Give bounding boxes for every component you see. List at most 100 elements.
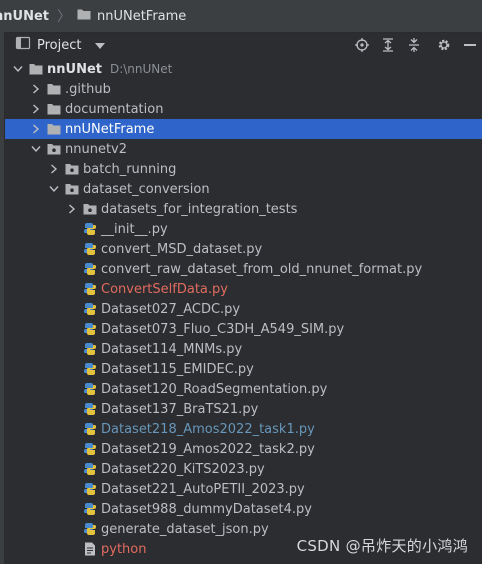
project-view-selector[interactable]: Project [15,35,106,55]
chevron-placeholder [64,381,80,397]
chevron-placeholder [64,261,80,277]
python-file-icon [82,221,98,237]
tree-item-label: nnUNetFrame [65,121,155,137]
chevron-placeholder [64,481,80,497]
watermark: CSDN @吊炸天的小鸿鸿 [296,537,468,555]
tree-row[interactable]: Dataset073_Fluo_C3DH_A549_SIM.py [5,319,482,339]
chevron-placeholder [64,421,80,437]
tree-item-label: Dataset115_EMIDEC.py [101,361,254,377]
chevron-down-icon[interactable] [10,61,26,77]
tree-row[interactable]: __init__.py [5,219,482,239]
tree-row[interactable]: Dataset114_MNMs.py [5,339,482,359]
tree-item-label: documentation [65,101,164,117]
tree-item-label: dataset_conversion [83,181,210,197]
python-file-icon [82,381,98,397]
tree-row[interactable]: Dataset988_dummyDataset4.py [5,499,482,519]
tree-item-label: Dataset988_dummyDataset4.py [101,501,312,517]
folder-icon [46,101,62,117]
tree-item-label: Dataset218_Amos2022_task1.py [101,421,315,437]
chevron-down-icon[interactable] [46,181,62,197]
python-file-icon [82,361,98,377]
chevron-placeholder [64,501,80,517]
folder-icon [46,121,62,137]
breadcrumb-root[interactable]: nnUNet [0,9,49,24]
package-icon [64,161,80,177]
chevron-placeholder [64,241,80,257]
tree-row[interactable]: Dataset120_RoadSegmentation.py [5,379,482,399]
tree-row[interactable]: nnUNetFrame [5,119,482,139]
project-icon [15,35,31,55]
python-file-icon [82,501,98,517]
tree-row[interactable]: ConvertSelfData.py [5,279,482,299]
python-file-icon [82,261,98,277]
tree-row[interactable]: dataset_conversion [5,179,482,199]
tree-row[interactable]: nnunetv2 [5,139,482,159]
tree-item-label: nnunetv2 [65,141,128,157]
tree-row[interactable]: Dataset219_Amos2022_task2.py [5,439,482,459]
tree-row[interactable]: convert_MSD_dataset.py [5,239,482,259]
chevron-placeholder [64,521,80,537]
tree-row[interactable]: convert_raw_dataset_from_old_nnunet_form… [5,259,482,279]
breadcrumb-current[interactable]: nnUNetFrame [97,9,186,24]
chevron-placeholder [64,441,80,457]
collapse-all-icon[interactable] [406,37,422,53]
tree-item-label: Dataset220_KiTS2023.py [101,461,265,477]
python-file-icon [82,421,98,437]
tree-row[interactable]: Dataset220_KiTS2023.py [5,459,482,479]
tree-item-label: Dataset027_ACDC.py [101,301,241,317]
tree-item-label: .github [65,81,111,97]
chevron-placeholder [64,461,80,477]
tree-row[interactable]: datasets_for_integration_tests [5,199,482,219]
chevron-right-icon[interactable] [28,81,44,97]
breadcrumb: nnUNet 〉 nnUNetFrame [0,0,482,33]
tree-item-label: convert_raw_dataset_from_old_nnunet_form… [101,261,423,277]
chevron-right-icon[interactable] [46,161,62,177]
project-tree: nnUNet D:\nnUNet .github documentation nnUNe… [5,59,482,559]
package-icon [46,141,62,157]
python-file-icon [82,441,98,457]
chevron-placeholder [64,301,80,317]
hide-icon[interactable] [462,37,478,53]
tree-row[interactable]: batch_running [5,159,482,179]
python-file-icon [82,521,98,537]
tree-item-label: batch_running [83,161,177,177]
tree-row[interactable]: Dataset221_AutoPETII_2023.py [5,479,482,499]
python-file-icon [82,401,98,417]
chevron-placeholder [64,401,80,417]
tree-row[interactable]: .github [5,79,482,99]
python-file-icon [82,241,98,257]
locate-icon[interactable] [354,37,370,53]
tree-row[interactable]: documentation [5,99,482,119]
tree-row[interactable]: nnUNet D:\nnUNet [5,59,482,79]
chevron-right-icon[interactable] [28,101,44,117]
gear-icon[interactable] [436,37,452,53]
toolwindow-actions [344,33,482,57]
tree-row[interactable]: Dataset115_EMIDEC.py [5,359,482,379]
tree-row[interactable]: Dataset027_ACDC.py [5,299,482,319]
tree-item-label: convert_MSD_dataset.py [101,241,263,257]
breadcrumb-separator: 〉 [56,9,71,25]
python-file-icon [82,461,98,477]
tree-item-path: D:\nnUNet [109,62,173,76]
tree-row[interactable]: Dataset218_Amos2022_task1.py [5,419,482,439]
tree-row[interactable]: Dataset137_BraTS21.py [5,399,482,419]
chevron-placeholder [64,321,80,337]
chevron-down-icon[interactable] [28,141,44,157]
chevron-placeholder [64,361,80,377]
chevron-placeholder [64,281,80,297]
text-file-icon [82,541,98,557]
project-toolwindow-header: Project [5,33,482,57]
tree-item-label: Dataset221_AutoPETII_2023.py [101,481,305,497]
chevron-right-icon[interactable] [64,201,80,217]
folder-icon [46,81,62,97]
chevron-right-icon[interactable] [28,121,44,137]
tree-item-label: Dataset219_Amos2022_task2.py [101,441,315,457]
tree-item-label: ConvertSelfData.py [101,281,228,297]
tree-item-label: generate_dataset_json.py [101,521,269,537]
project-title: Project [37,37,82,53]
tree-item-label: python [101,541,147,557]
expand-all-icon[interactable] [380,37,396,53]
python-file-icon [82,321,98,337]
tree-item-label: Dataset114_MNMs.py [101,341,243,357]
folder-icon [77,8,91,24]
